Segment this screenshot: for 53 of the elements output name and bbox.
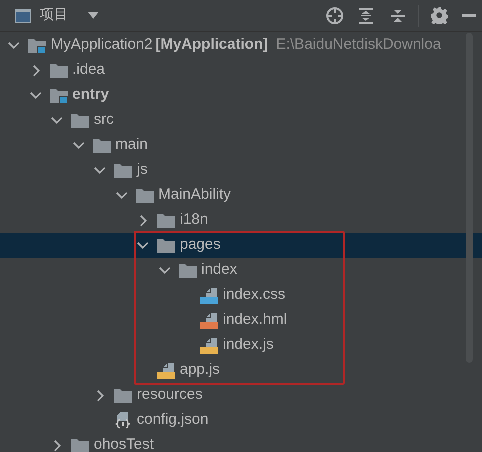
expand-all-icon[interactable] xyxy=(358,8,374,24)
tree-item-label[interactable]: resources xyxy=(137,384,203,407)
chevron-down-icon[interactable] xyxy=(8,40,20,52)
folder-icon xyxy=(157,238,175,254)
module-folder-icon xyxy=(50,88,68,104)
tree-item-label[interactable]: app.js xyxy=(180,359,220,382)
tree-item-label[interactable]: pages xyxy=(180,234,221,257)
settings-icon[interactable] xyxy=(431,7,448,24)
tree-item-label[interactable]: index.js xyxy=(223,334,274,357)
chevron-down-icon[interactable] xyxy=(51,114,63,126)
chevron-down-icon[interactable] xyxy=(94,164,106,176)
tree-item-label[interactable]: MainAbility xyxy=(158,184,232,207)
tree-item-label[interactable]: main xyxy=(116,134,148,157)
tree-item-label[interactable]: i18n xyxy=(180,209,208,232)
selected-row[interactable]: pages xyxy=(0,233,482,258)
folder-icon xyxy=(50,62,68,78)
json-file-icon xyxy=(114,412,132,429)
panel-title[interactable]: 项目 xyxy=(40,5,68,26)
chevron-down-icon[interactable] xyxy=(72,140,84,152)
tree-item-label[interactable]: js xyxy=(137,159,148,182)
tree-item-label[interactable]: index.css xyxy=(223,284,286,307)
js-file-icon xyxy=(157,362,175,379)
collapse-all-icon[interactable] xyxy=(390,8,406,24)
js-file-icon xyxy=(200,337,218,354)
chevron-down-icon[interactable] xyxy=(116,190,128,202)
folder-icon xyxy=(71,112,89,128)
dropdown-caret-icon[interactable] xyxy=(88,12,99,19)
chevron-down-icon[interactable] xyxy=(158,264,170,276)
crosshair-icon[interactable] xyxy=(326,6,344,24)
tree-item-label[interactable]: .idea xyxy=(72,59,106,82)
chevron-down-icon[interactable] xyxy=(137,240,149,252)
tree-item-label[interactable]: index xyxy=(202,259,238,282)
tree-item-label[interactable]: entry xyxy=(72,84,110,107)
folder-icon xyxy=(114,388,132,404)
folder-icon xyxy=(136,188,154,204)
scrollbar[interactable] xyxy=(466,33,473,363)
tree-item-label[interactable]: index.hml xyxy=(223,309,288,332)
project-path: E:\BaiduNetdiskDownloa xyxy=(276,35,442,56)
chevron-down-icon[interactable] xyxy=(30,90,42,102)
folder-icon xyxy=(178,262,196,278)
folder-icon xyxy=(114,162,132,178)
window-icon xyxy=(15,8,31,22)
css-file-icon xyxy=(200,287,218,304)
tree-item-label[interactable]: ohosTest xyxy=(94,434,154,452)
folder-icon xyxy=(71,438,89,452)
module-name: [MyApplication] xyxy=(156,35,268,56)
folder-icon xyxy=(92,138,110,154)
tree-item-label[interactable]: src xyxy=(94,109,114,132)
module-folder-icon xyxy=(28,38,46,54)
tree-item-label[interactable]: config.json xyxy=(137,409,209,432)
folder-icon xyxy=(157,212,175,228)
html-file-icon xyxy=(200,312,218,329)
tree-item-label[interactable]: MyApplication2 xyxy=(51,34,153,57)
